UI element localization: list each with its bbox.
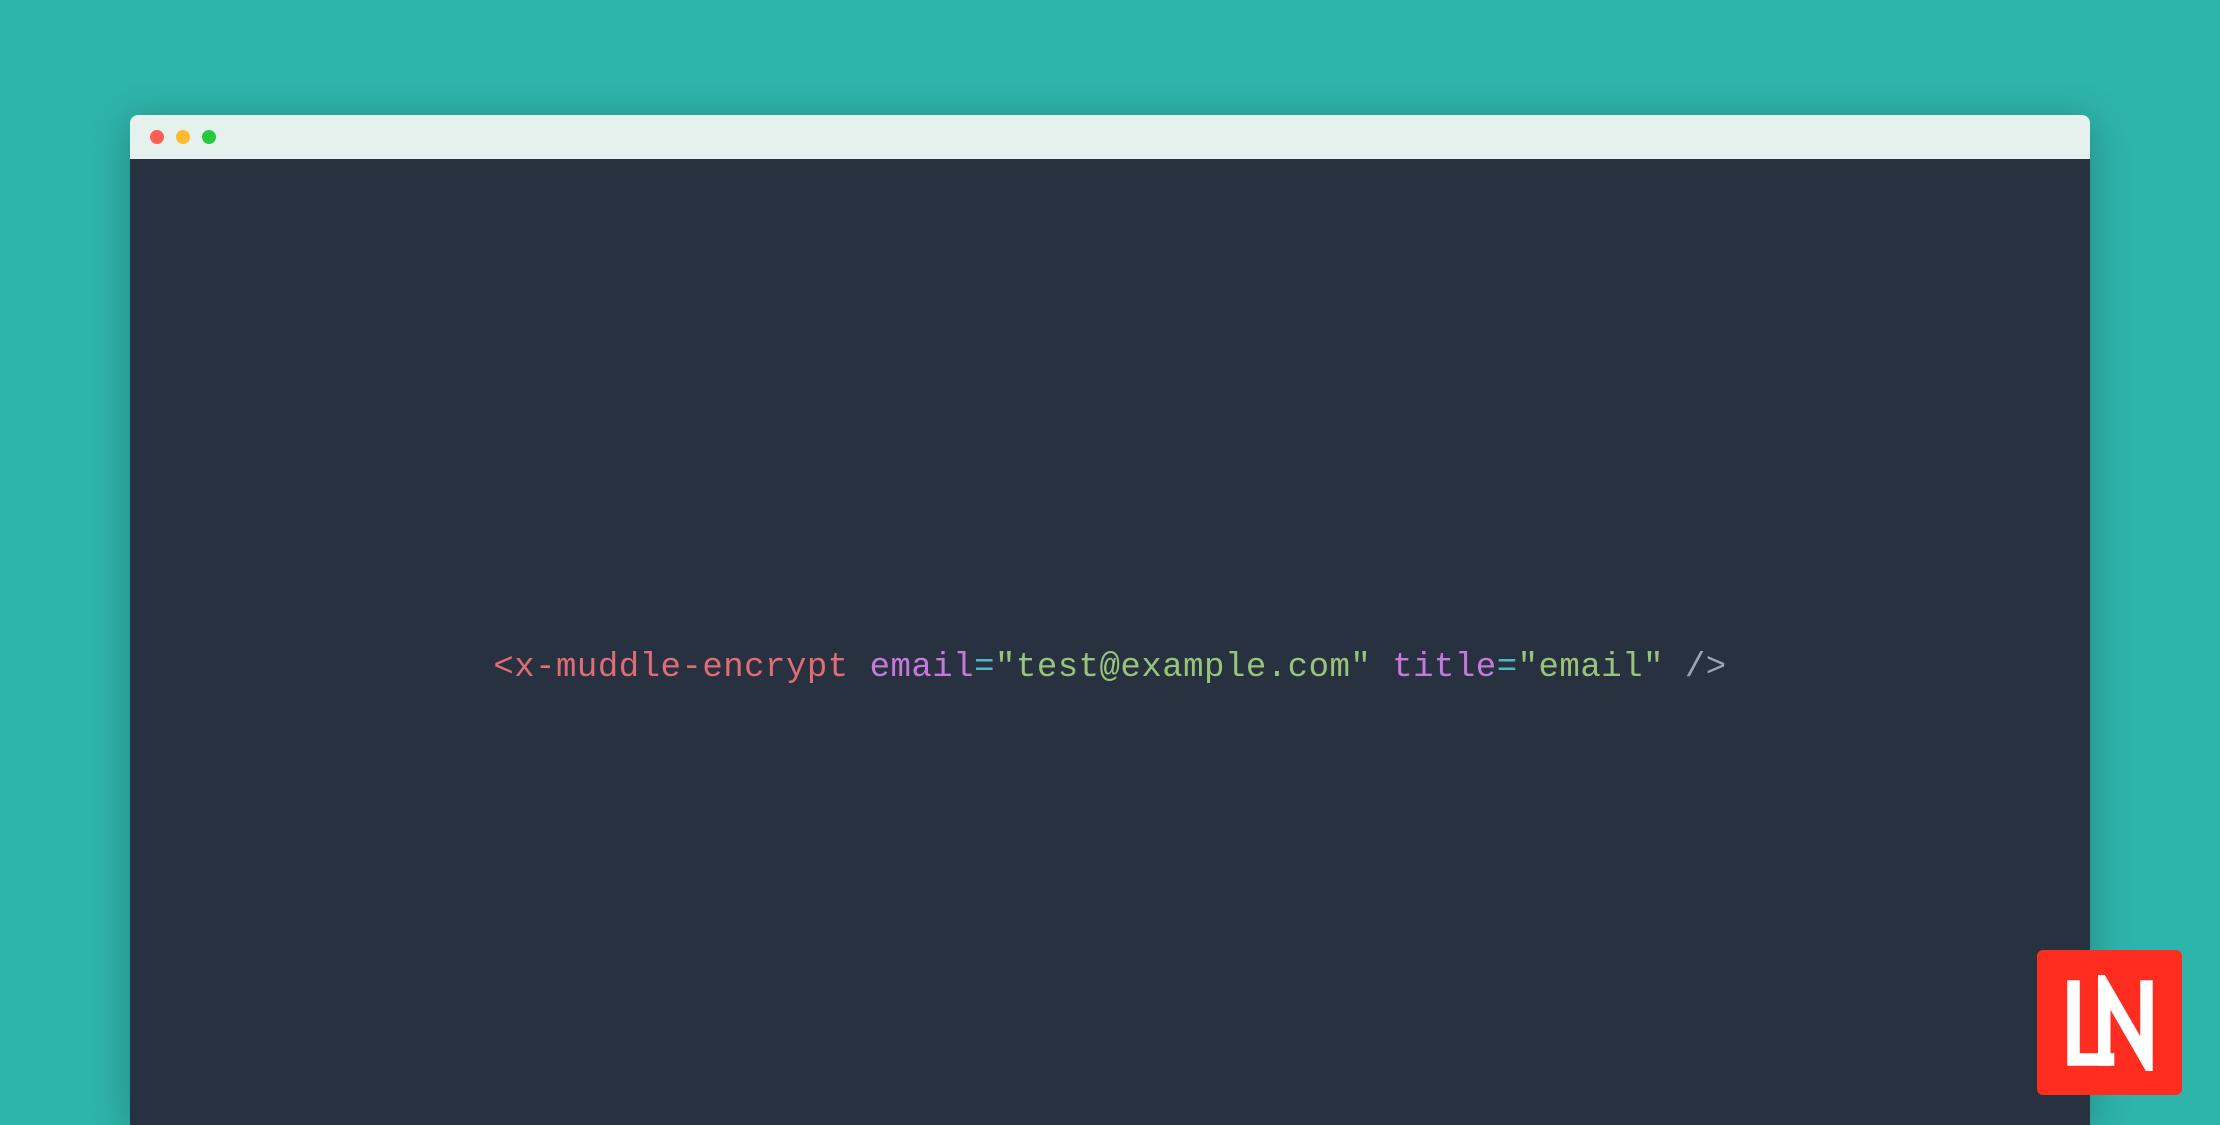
equals-sign: = [974, 649, 995, 687]
editor-window: <x-muddle-encrypt email="test@example.co… [130, 115, 2090, 1125]
tag-name: x-muddle-encrypt [514, 649, 848, 687]
code-line: <x-muddle-encrypt email="test@example.co… [493, 649, 1726, 687]
self-close: /> [1664, 649, 1727, 687]
window-close-button[interactable] [150, 130, 164, 144]
separator [1371, 649, 1392, 687]
window-maximize-button[interactable] [202, 130, 216, 144]
code-editor[interactable]: <x-muddle-encrypt email="test@example.co… [130, 159, 2090, 1125]
window-titlebar [130, 115, 2090, 159]
equals-sign: = [1497, 649, 1518, 687]
attr-email-name: email [870, 649, 975, 687]
ln-logo-icon [2062, 975, 2158, 1071]
brand-logo [2037, 950, 2182, 1095]
attr-title-name: title [1392, 649, 1497, 687]
separator [849, 649, 870, 687]
attr-title-value: "email" [1518, 649, 1664, 687]
attr-email-value: "test@example.com" [995, 649, 1371, 687]
open-angle-bracket: < [493, 649, 514, 687]
window-minimize-button[interactable] [176, 130, 190, 144]
